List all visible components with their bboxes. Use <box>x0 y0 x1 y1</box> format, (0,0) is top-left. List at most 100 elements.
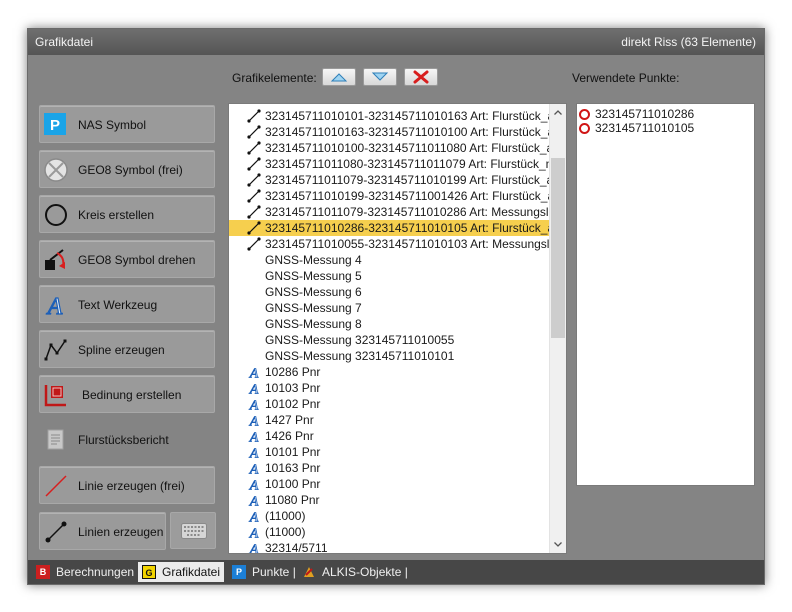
element-list-item[interactable]: GNSS-Messung 6 <box>229 284 549 300</box>
element-list-item[interactable]: GNSS-Messung 8 <box>229 316 549 332</box>
element-list-item[interactable]: A 32314/5711 <box>229 540 549 554</box>
tool-label: Kreis erstellen <box>78 208 155 222</box>
tab-label: Punkte | <box>252 565 296 579</box>
chevron-down-icon <box>554 542 562 547</box>
element-label: 323145711010163-323145711010100 Art: Flu… <box>265 125 561 139</box>
tool-label: Flurstücksbericht <box>78 433 169 447</box>
element-label: 10286 Pnr <box>265 365 321 379</box>
rotate-symbol-icon <box>45 249 65 270</box>
tool-nas-symbol[interactable]: P NAS Symbol <box>39 105 215 143</box>
line-element-icon <box>247 125 261 139</box>
tab-grafikdatei[interactable]: G Grafikdatei <box>138 562 225 582</box>
element-label: 1426 Pnr <box>265 429 314 443</box>
element-list-item[interactable]: GNSS-Messung 323145711010101 <box>229 348 549 364</box>
line-element-icon <box>247 141 261 155</box>
tool-bedinung-erstellen[interactable]: Bedinung erstellen <box>39 375 215 413</box>
text-element-icon: A <box>248 526 259 539</box>
tool-label: NAS Symbol <box>78 118 147 132</box>
tool-kreis-erstellen[interactable]: Kreis erstellen <box>39 195 215 233</box>
report-icon <box>47 429 64 450</box>
element-list-item[interactable]: A 10163 Pnr <box>229 460 549 476</box>
svg-text:P: P <box>50 117 60 134</box>
element-list-item[interactable]: A (11000) <box>229 508 549 524</box>
element-list-item[interactable]: 323145711010286-323145711010105 Art: Flu… <box>229 220 560 236</box>
move-up-button[interactable] <box>322 68 356 86</box>
grafikelemente-label: Grafikelemente: <box>232 71 317 85</box>
element-list-item[interactable]: 323145711010101-323145711010163 Art: Flu… <box>229 108 560 124</box>
element-list-item[interactable]: GNSS-Messung 323145711010055 <box>229 332 549 348</box>
tool-flurstuecksbericht[interactable]: Flurstücksbericht <box>39 420 215 458</box>
element-label: 10101 Pnr <box>265 445 321 459</box>
scroll-thumb[interactable] <box>551 158 565 338</box>
arrow-down-icon <box>371 72 389 81</box>
spline-icon <box>44 339 67 361</box>
svg-text:A: A <box>249 414 259 427</box>
element-list-item[interactable]: 323145711011079-323145711010199 Art: Flu… <box>229 172 559 188</box>
element-list-item[interactable]: A 1426 Pnr <box>229 428 549 444</box>
element-list-item[interactable]: GNSS-Messung 5 <box>229 268 549 284</box>
verwendete-punkte-list[interactable]: 323145711010286 323145711010105 <box>576 103 755 486</box>
tool-label: Linien erzeugen <box>78 525 164 539</box>
tool-linie-erzeugen-frei[interactable]: Linie erzeugen (frei) <box>39 466 215 504</box>
berechnungen-b-icon: B <box>36 565 50 579</box>
svg-text:A: A <box>249 430 259 443</box>
scroll-up-button[interactable] <box>550 104 566 121</box>
tool-geo8-symbol-drehen[interactable]: GEO8 Symbol drehen <box>39 240 215 278</box>
line-element-icon <box>247 157 261 171</box>
alkis-objekte-icon <box>304 567 314 577</box>
circle-icon <box>45 204 67 226</box>
element-list-item[interactable]: A 10100 Pnr <box>229 476 549 492</box>
element-label: 323145711010101-323145711010163 Art: Flu… <box>265 109 561 123</box>
element-list-item[interactable]: 323145711010100-323145711011080 Art: Flu… <box>229 140 559 156</box>
tool-geo8-symbol-frei[interactable]: GEO8 Symbol (frei) <box>39 150 215 188</box>
element-list-item[interactable]: A 1427 Pnr <box>229 412 549 428</box>
red-line-icon <box>45 475 67 497</box>
tab-berechnungen[interactable]: B Berechnungen <box>32 562 142 582</box>
element-list-item[interactable]: A 10101 Pnr <box>229 444 549 460</box>
element-list-item[interactable]: A 11080 Pnr <box>229 492 549 508</box>
tool-linien-erzeugen[interactable]: Linien erzeugen <box>39 512 166 550</box>
line-element-icon <box>247 221 261 235</box>
text-element-icon: A <box>248 462 259 475</box>
line-element-icon <box>247 189 261 203</box>
svg-text:A: A <box>46 294 63 318</box>
text-element-icon: A <box>248 382 259 395</box>
keyboard-button[interactable] <box>170 512 216 549</box>
element-list-item[interactable]: A 10103 Pnr <box>229 380 549 396</box>
element-list-item[interactable]: 323145711010055-323145711010103 Art: Mes… <box>229 236 566 252</box>
element-label: 323145711010199-323145711001426 Art: Flu… <box>265 189 561 203</box>
element-label: GNSS-Messung 4 <box>265 253 362 267</box>
tool-label: GEO8 Symbol (frei) <box>78 163 183 177</box>
element-list-item[interactable]: GNSS-Messung 7 <box>229 300 549 316</box>
tab-alkis-objekte[interactable]: ALKIS-Objekte | <box>298 562 408 582</box>
status-bar: B Berechnungen G Grafikdatei P Punkte | … <box>28 560 764 584</box>
tool-spline-erzeugen[interactable]: Spline erzeugen <box>39 330 215 368</box>
element-list-item[interactable]: 323145711010163-323145711010100 Art: Flu… <box>229 124 560 140</box>
element-list-item[interactable]: A 10102 Pnr <box>229 396 549 412</box>
window-title: Grafikdatei <box>35 35 94 49</box>
element-list-item[interactable]: A (11000) <box>229 524 549 540</box>
delete-button[interactable] <box>404 68 438 86</box>
element-list-item[interactable]: A 10286 Pnr <box>229 364 549 380</box>
list-scrollbar[interactable] <box>549 104 566 553</box>
line-element-icon <box>247 173 261 187</box>
tab-punkte[interactable]: P Punkte | <box>228 562 296 582</box>
tab-label: Grafikdatei <box>162 565 221 579</box>
move-down-button[interactable] <box>363 68 397 86</box>
text-element-icon: A <box>248 542 259 554</box>
element-label: 32314/5711 <box>265 541 328 554</box>
element-list-item[interactable]: 323145711011079-323145711010286 Art: Mes… <box>229 204 566 220</box>
svg-text:A: A <box>249 494 259 507</box>
element-list-item[interactable]: 323145711011080-323145711011079 Art: Flu… <box>229 156 566 172</box>
tool-text-werkzeug[interactable]: A Text Werkzeug <box>39 285 215 323</box>
svg-text:A: A <box>249 542 259 554</box>
element-list-item[interactable]: GNSS-Messung 4 <box>229 252 549 268</box>
scroll-down-button[interactable] <box>550 536 566 553</box>
arrow-up-icon <box>330 73 348 82</box>
grafikelemente-list[interactable]: 323145711010101-323145711010163 Art: Flu… <box>228 103 567 554</box>
text-element-icon: A <box>248 446 259 459</box>
text-element-icon: A <box>248 510 259 523</box>
element-list-item[interactable]: 323145711010199-323145711001426 Art: Flu… <box>229 188 560 204</box>
text-a-icon: A <box>45 293 63 318</box>
element-label: GNSS-Messung 8 <box>265 317 362 331</box>
